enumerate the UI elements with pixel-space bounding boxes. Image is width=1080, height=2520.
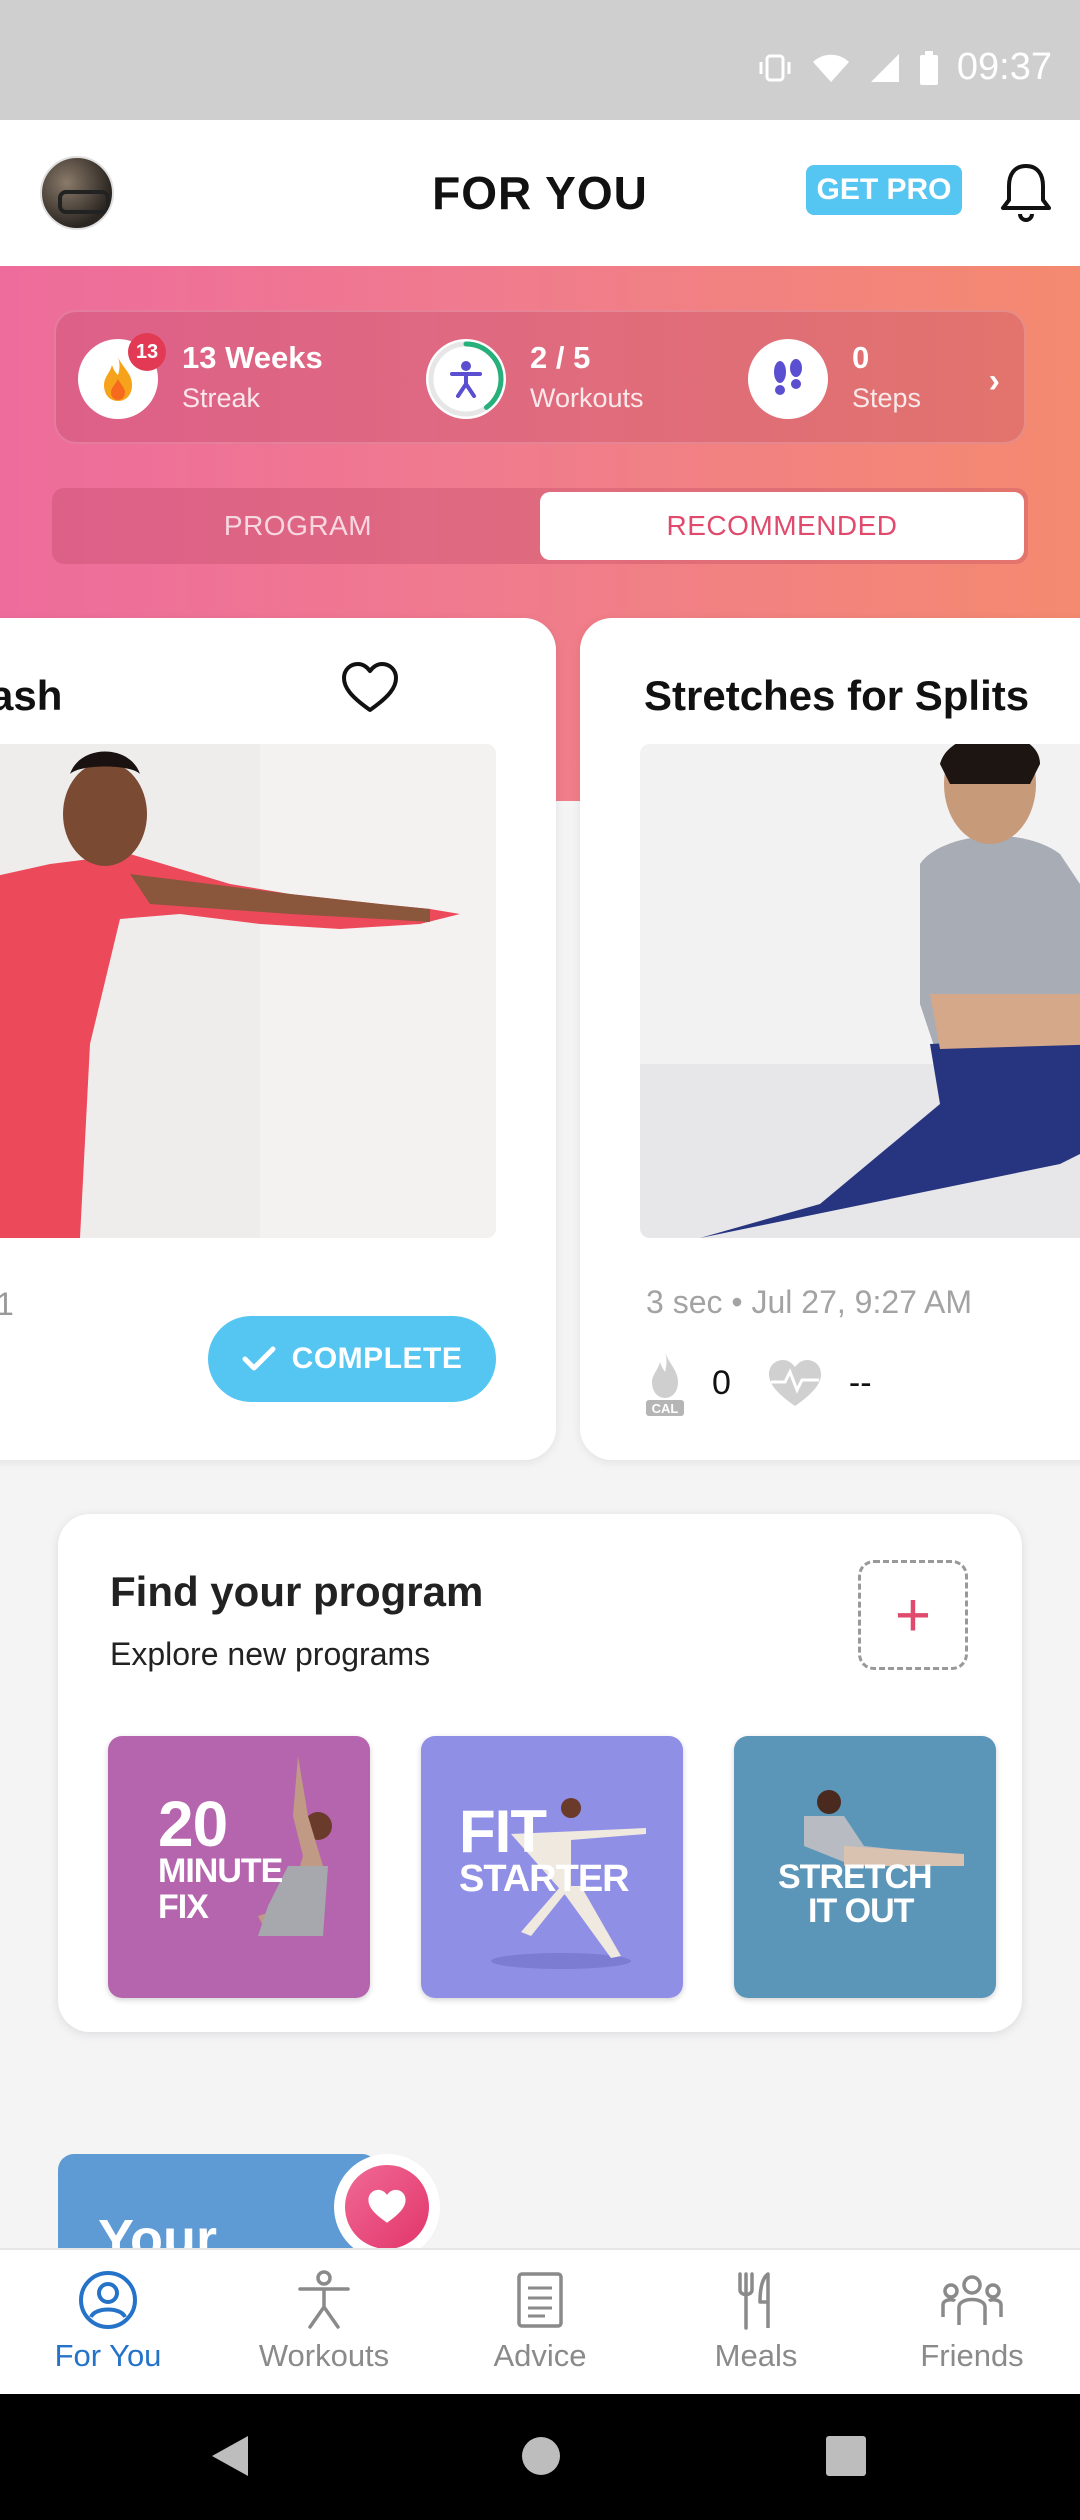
workouts-label: Workouts (530, 383, 644, 413)
tile-label: FIX (158, 1888, 209, 1926)
nav-friends[interactable]: Friends (864, 2250, 1080, 2396)
nav-advice[interactable]: Advice (432, 2250, 648, 2396)
get-pro-button[interactable]: GET PRO (806, 165, 962, 215)
nav-label: Meals (714, 2338, 798, 2373)
workout-photo (0, 744, 496, 1238)
tile-label: STRETCH (778, 1858, 933, 1896)
figure-icon (450, 361, 482, 398)
status-bar: 09:37 (0, 0, 1080, 120)
tile-label: FIT (459, 1798, 547, 1865)
svg-text:CAL: CAL (652, 1401, 679, 1416)
workout-photo (640, 744, 1080, 1238)
card-meta: 1 (0, 1286, 14, 1322)
nav-for-you[interactable]: For You (0, 2250, 216, 2396)
promo-card[interactable]: Your (58, 2154, 378, 2254)
chevron-right-icon[interactable]: › (989, 362, 1000, 401)
fork-knife-icon (738, 2272, 770, 2330)
document-icon (517, 2272, 563, 2328)
clock: 09:37 (956, 46, 1052, 88)
card-meta: 3 sec • Jul 27, 9:27 AM (646, 1284, 973, 1320)
tab-segment: PROGRAM RECOMMENDED (52, 488, 1028, 564)
check-icon (242, 1346, 276, 1371)
workouts-stat[interactable]: 2 / 5 Workouts (426, 334, 644, 424)
nav-label: Advice (493, 2338, 587, 2373)
add-program-button[interactable]: + (858, 1560, 968, 1670)
workout-image (640, 744, 1080, 1238)
person-circle-icon (79, 2271, 137, 2329)
home-icon[interactable] (520, 2435, 562, 2477)
workouts-value: 2 / 5 (530, 340, 591, 375)
streak-label: Streak (182, 383, 261, 413)
calories-value: 0 (712, 1363, 731, 1402)
system-nav-bar (0, 2394, 1080, 2520)
recents-icon[interactable] (826, 2436, 866, 2476)
nav-workouts[interactable]: Workouts (216, 2250, 432, 2396)
app-header: FOR YOU GET PRO (0, 120, 1080, 266)
steps-value: 0 (852, 340, 870, 375)
back-icon[interactable] (208, 2432, 252, 2480)
card-metrics: CAL 0 -- (642, 1348, 906, 1418)
tile-label: STARTER (459, 1858, 630, 1900)
find-program-title: Find your program (110, 1568, 484, 1615)
nav-label: Workouts (258, 2338, 390, 2373)
complete-label: COMPLETE (291, 1342, 463, 1375)
streak-stat[interactable]: 13 13 Weeks Streak (78, 333, 323, 424)
signal-icon (870, 53, 899, 82)
battery-icon (919, 50, 938, 85)
complete-button[interactable]: COMPLETE (208, 1316, 496, 1402)
program-tile-fit-starter[interactable]: FIT STARTER (421, 1736, 683, 1998)
heart-rate-icon (768, 1360, 821, 1406)
nav-label: Friends (920, 2338, 1024, 2373)
workout-image (0, 744, 496, 1238)
stats-summary[interactable]: 13 13 Weeks Streak 2 / 5 Workouts 0 Step… (54, 310, 1026, 444)
calorie-flame-icon: CAL (646, 1352, 684, 1416)
workout-card[interactable]: ash 1 COMPLETE (0, 618, 556, 1460)
streak-badge: 13 (128, 333, 166, 371)
footprints-icon (774, 359, 802, 395)
tile-label: MINUTE (158, 1852, 283, 1890)
vibrate-icon (759, 54, 791, 81)
workout-card[interactable]: Stretches for Splits 3 sec • Jul 27, 9:2… (580, 618, 1080, 1460)
bottom-nav: For You Workouts Advice Meals Friends (0, 2248, 1080, 2394)
heart-outline-icon[interactable] (340, 660, 400, 716)
streak-value: 13 Weeks (182, 340, 323, 375)
card-title: Stretches for Splits (644, 672, 1030, 719)
tile-label: IT OUT (808, 1892, 914, 1930)
heart-icon (368, 2189, 406, 2223)
steps-label: Steps (852, 383, 922, 413)
nav-meals[interactable]: Meals (648, 2250, 864, 2396)
program-tile-stretch-it-out[interactable]: STRETCH IT OUT (734, 1736, 996, 1998)
promo-heart-badge (334, 2154, 440, 2260)
heart-rate-value: -- (848, 1363, 872, 1402)
wifi-icon (812, 54, 849, 82)
steps-stat[interactable]: 0 Steps (748, 334, 921, 424)
card-title: ash (0, 672, 63, 719)
tile-label: 20 (158, 1788, 228, 1860)
find-program-subtitle: Explore new programs (110, 1636, 431, 1672)
tab-program[interactable]: PROGRAM (56, 492, 540, 560)
find-program-card: Find your program Explore new programs +… (58, 1514, 1022, 2032)
program-tile-20-minute-fix[interactable]: 20 MINUTE FIX (108, 1736, 370, 1998)
bell-icon[interactable] (996, 160, 1056, 226)
people-icon (941, 2275, 1003, 2325)
nav-label: For You (54, 2338, 162, 2373)
tab-recommended[interactable]: RECOMMENDED (540, 492, 1024, 560)
figure-icon (298, 2270, 350, 2329)
